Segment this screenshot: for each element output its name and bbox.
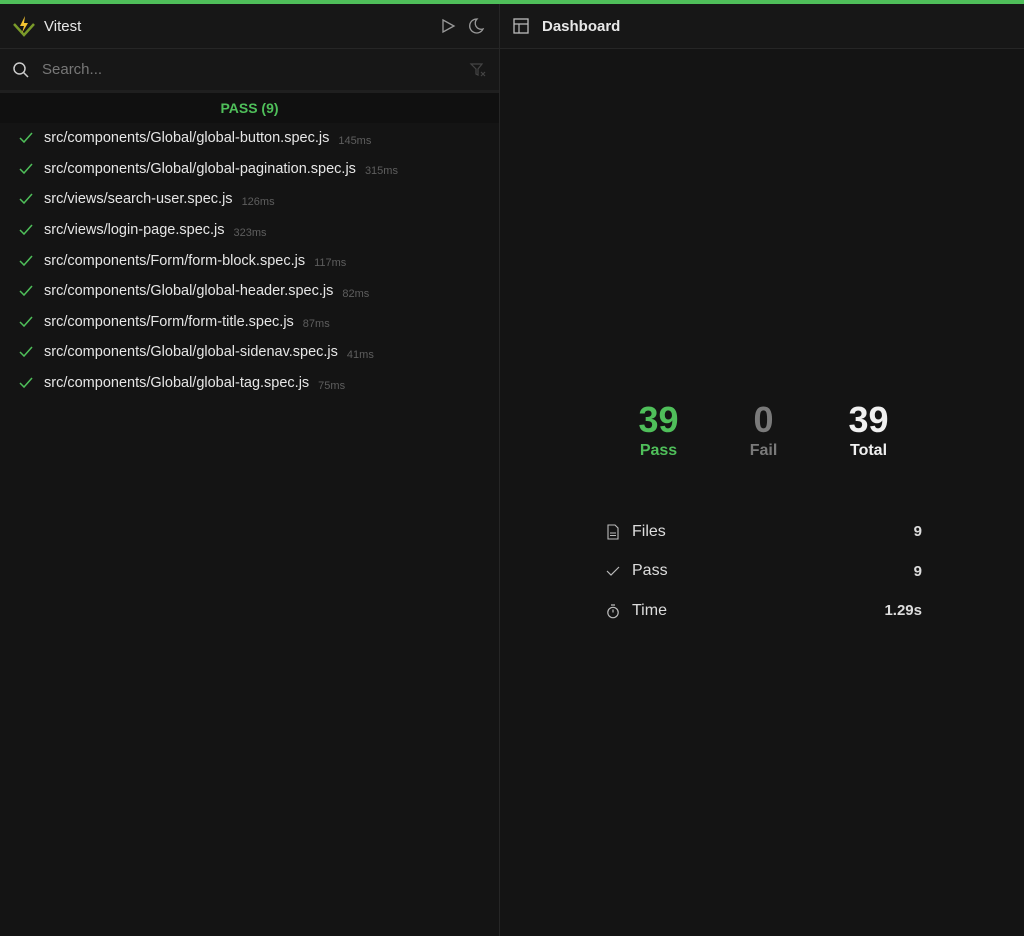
app-title: Vitest xyxy=(44,17,82,35)
test-file-item[interactable]: src/components/Global/global-button.spec… xyxy=(0,123,499,154)
test-file-item[interactable]: src/components/Global/global-pagination.… xyxy=(0,154,499,185)
file-duration: 323ms xyxy=(233,226,267,239)
run-all-button[interactable] xyxy=(437,15,459,37)
dashboard-panel: Dashboard 39 Pass 0 Fail 39 Total Files 9 Pa… xyxy=(500,4,1024,936)
file-duration: 87ms xyxy=(302,318,330,331)
dashboard-header: Dashboard xyxy=(500,4,1024,49)
file-name: src/components/Global/global-pagination.… xyxy=(44,160,356,177)
search-bar xyxy=(0,49,499,93)
stat-label: Total xyxy=(849,442,888,459)
check-icon xyxy=(19,193,33,205)
check-icon xyxy=(606,566,620,577)
clear-filter-icon[interactable] xyxy=(469,61,487,79)
sidebar-header: Vitest xyxy=(0,4,499,49)
test-file-item[interactable]: src/components/Global/global-tag.spec.js… xyxy=(0,368,499,399)
file-icon xyxy=(607,524,619,540)
check-icon xyxy=(19,224,33,236)
detail-value: 1.29s xyxy=(884,602,922,620)
detail-value: 9 xyxy=(913,562,922,580)
check-icon xyxy=(19,163,33,174)
test-file-list: src/components/Global/global-button.spec… xyxy=(0,123,499,398)
file-duration: 82ms xyxy=(342,287,370,300)
check-icon xyxy=(19,132,33,144)
test-file-item[interactable]: src/views/search-user.spec.js 126ms xyxy=(0,184,499,215)
moon-icon xyxy=(469,18,485,34)
file-name: src/components/Global/global-button.spec… xyxy=(44,130,330,147)
dashboard-icon xyxy=(513,18,529,34)
timer-icon xyxy=(607,604,619,619)
theme-toggle-button[interactable] xyxy=(465,15,487,37)
file-duration: 41ms xyxy=(346,348,374,361)
detail-files: Files 9 xyxy=(606,512,922,552)
stat-value: 39 xyxy=(848,399,889,440)
stat-label: Fail xyxy=(749,442,778,459)
detail-label: Files xyxy=(632,522,666,540)
file-duration: 126ms xyxy=(241,195,275,208)
dashboard-title: Dashboard xyxy=(542,17,621,35)
file-name: src/views/search-user.spec.js xyxy=(44,191,233,208)
check-icon xyxy=(19,255,33,266)
vitest-logo-icon xyxy=(13,16,35,37)
check-icon xyxy=(19,316,33,327)
file-name: src/components/Global/global-sidenav.spe… xyxy=(44,344,338,361)
detail-pass: Pass 9 xyxy=(606,552,922,592)
detail-rows: Files 9 Pass 9 Time 1.29s xyxy=(606,512,922,631)
test-file-item[interactable]: src/components/Global/global-sidenav.spe… xyxy=(0,337,499,368)
stat-pass: 39 Pass xyxy=(606,400,711,460)
play-icon xyxy=(442,18,456,34)
check-icon xyxy=(19,346,33,358)
sidebar: Vitest PASS (9) src/components/Global/gl… xyxy=(0,4,500,936)
file-duration: 75ms xyxy=(318,379,346,392)
search-input[interactable] xyxy=(42,61,469,78)
file-duration: 117ms xyxy=(314,257,347,270)
check-icon xyxy=(19,377,33,389)
stat-total: 39 Total xyxy=(816,400,921,460)
file-duration: 315ms xyxy=(364,165,398,178)
test-file-item[interactable]: src/views/login-page.spec.js 323ms xyxy=(0,215,499,246)
file-name: src/components/Global/global-header.spec… xyxy=(44,283,334,300)
test-file-item[interactable]: src/components/Global/global-header.spec… xyxy=(0,276,499,307)
pass-group-header: PASS (9) xyxy=(0,93,499,123)
detail-time: Time 1.29s xyxy=(606,591,922,631)
check-icon xyxy=(19,285,33,297)
file-name: src/components/Form/form-block.spec.js xyxy=(44,252,306,269)
file-name: src/views/login-page.spec.js xyxy=(44,222,225,239)
search-icon xyxy=(13,61,29,78)
file-name: src/components/Global/global-tag.spec.js xyxy=(44,375,310,392)
file-name: src/components/Form/form-title.spec.js xyxy=(44,313,294,330)
detail-label: Time xyxy=(632,601,667,619)
file-duration: 145ms xyxy=(338,134,372,147)
detail-value: 9 xyxy=(913,523,922,541)
summary-stats: 39 Pass 0 Fail 39 Total xyxy=(606,400,921,460)
stat-fail: 0 Fail xyxy=(711,400,816,460)
test-file-item[interactable]: src/components/Form/form-title.spec.js 87… xyxy=(0,307,499,338)
stat-value: 0 xyxy=(753,399,774,440)
detail-label: Pass xyxy=(632,562,668,580)
stat-label: Pass xyxy=(639,442,678,459)
test-file-item[interactable]: src/components/Form/form-block.spec.js 11… xyxy=(0,245,499,276)
stat-value: 39 xyxy=(638,399,679,440)
